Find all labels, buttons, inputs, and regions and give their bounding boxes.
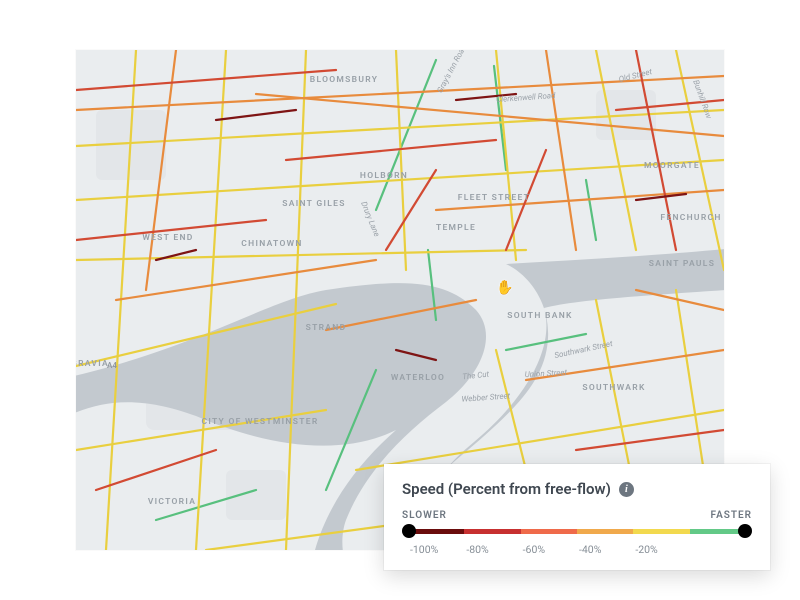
district-label: VICTORIA <box>148 497 196 507</box>
district-label: WATERLOO <box>391 373 445 383</box>
street-label: Bunhill Row <box>691 79 713 120</box>
legend-tick: -20% <box>633 543 689 556</box>
slider-handle-max[interactable] <box>738 524 752 538</box>
district-label: SAINT PAULS <box>649 259 715 269</box>
legend-faster-label: FASTER <box>710 510 752 521</box>
legend-color-segment <box>577 529 633 534</box>
legend-tick: -60% <box>521 543 577 556</box>
street-label: Union Street <box>524 368 567 379</box>
legend-tick: -100% <box>408 543 464 556</box>
speed-legend: Speed (Percent from free-flow) i SLOWER … <box>384 464 770 570</box>
district-label: WEST END <box>142 233 193 243</box>
legend-title: Speed (Percent from free-flow) <box>402 480 611 498</box>
district-label: TEMPLE <box>436 223 476 233</box>
road-shield-label: A4 <box>107 361 117 370</box>
district-label: GRAVIA <box>76 359 109 369</box>
legend-color-segment <box>633 529 689 534</box>
district-label: FLEET STREET <box>458 193 530 203</box>
district-label: SAINT GILES <box>282 199 345 209</box>
district-label: BLOOMSBURY <box>310 75 378 85</box>
legend-tick: -40% <box>577 543 633 556</box>
legend-tick: -80% <box>464 543 520 556</box>
district-label: SOUTH BANK <box>507 311 572 321</box>
district-label: CITY OF WESTMINSTER <box>201 417 318 427</box>
street-label: Webber Street <box>461 391 511 403</box>
district-label: STRAND <box>306 323 347 333</box>
street-label: The Cut <box>462 370 490 382</box>
district-label: MOORGATE <box>644 161 700 171</box>
legend-color-segment <box>408 529 464 534</box>
legend-slider[interactable] <box>402 525 752 537</box>
info-icon[interactable]: i <box>619 482 634 497</box>
district-label: HOLBORN <box>360 171 408 181</box>
legend-color-segment <box>464 529 520 534</box>
legend-slower-label: SLOWER <box>402 510 447 521</box>
district-label: SOUTHWARK <box>582 383 645 393</box>
street-label: Clerkenwell Road <box>496 91 557 104</box>
legend-ticks: -100%-80%-60%-40%-20% <box>402 543 752 556</box>
street-label: Southwark Street <box>554 339 614 360</box>
slider-handle-min[interactable] <box>402 524 416 538</box>
district-label: FENCHURCH STREET <box>660 213 724 223</box>
district-label: CHINATOWN <box>241 239 302 249</box>
street-label: Gray's Inn Road <box>435 50 468 94</box>
legend-color-segment <box>521 529 577 534</box>
